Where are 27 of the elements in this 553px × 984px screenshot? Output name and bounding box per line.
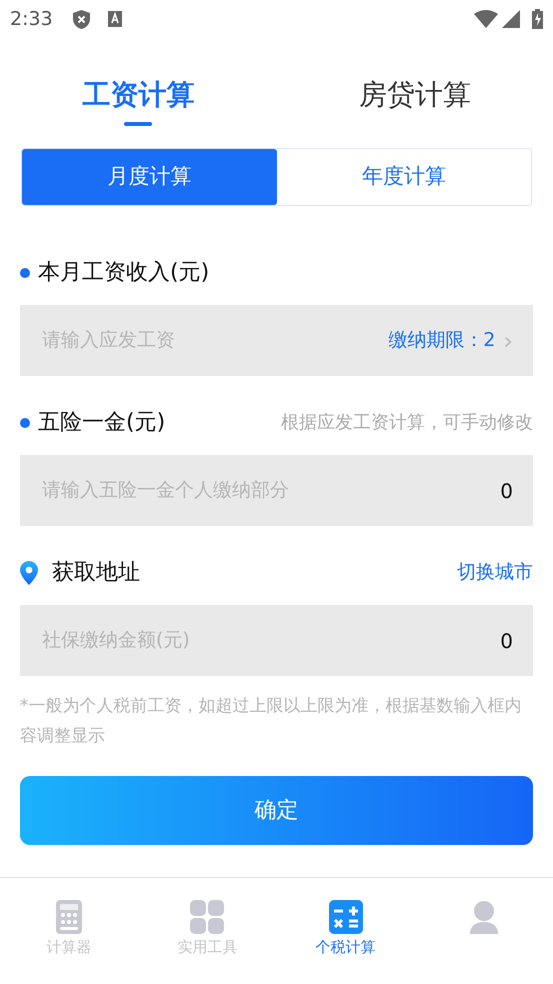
- field-value: 0: [500, 478, 513, 504]
- tax-calculator-icon: [328, 900, 363, 934]
- hint-text: 根据应发工资计算，可手动修改: [281, 411, 533, 435]
- segment-tab[interactable]: 月度计算: [22, 149, 276, 205]
- section-label: 五险一金(元): [38, 409, 166, 437]
- nav-tab[interactable]: 个税计算: [276, 900, 415, 956]
- section-label: 获取地址: [52, 559, 140, 587]
- section-label: 本月工资收入(元): [38, 259, 210, 287]
- period-selector[interactable]: 缴纳期限：2: [388, 326, 496, 355]
- tab[interactable]: 工资计算: [82, 74, 194, 126]
- keyboard-icon: [108, 11, 122, 27]
- note-text: *一般为个人税前工资，如超过上限以上限为准，根据基数输入框内容调整显示: [20, 694, 522, 747]
- confirm-button[interactable]: 确定: [20, 776, 533, 845]
- wifi-icon: [474, 10, 498, 28]
- grid-icon: [190, 900, 224, 934]
- field-value: 0: [500, 628, 513, 654]
- calculator-icon: [56, 900, 82, 934]
- clock: 2:33: [10, 6, 53, 32]
- chevron-icon: ›: [503, 328, 513, 352]
- battery-icon: [532, 9, 543, 29]
- signal-icon: [502, 10, 520, 28]
- bullet-icon: [20, 418, 30, 428]
- shield-icon: [72, 10, 90, 28]
- switch-city-link[interactable]: 切换城市: [457, 558, 533, 587]
- tab[interactable]: 房贷计算: [358, 74, 471, 126]
- bullet-icon: [20, 268, 30, 278]
- location-pin-icon: [20, 560, 38, 584]
